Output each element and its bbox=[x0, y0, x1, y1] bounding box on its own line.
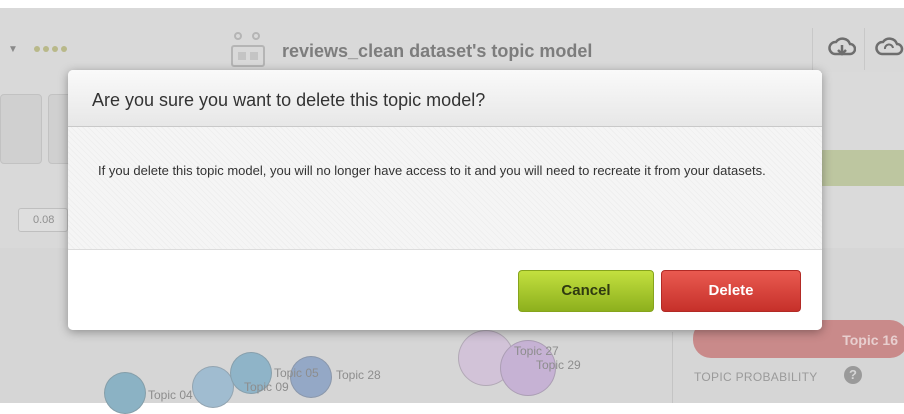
topic-label: Topic 09 bbox=[244, 380, 289, 394]
selected-topic-label: Topic 16 bbox=[842, 332, 898, 348]
topic-label: Topic 27 bbox=[514, 344, 559, 358]
topic-label: Topic 04 bbox=[148, 388, 193, 402]
topic-probability-label: TOPIC PROBABILITY bbox=[694, 370, 818, 384]
topic-bubble[interactable] bbox=[104, 372, 146, 414]
delete-confirmation-dialog: Are you sure you want to delete this top… bbox=[68, 70, 822, 330]
dialog-title: Are you sure you want to delete this top… bbox=[92, 90, 486, 110]
dialog-header: Are you sure you want to delete this top… bbox=[68, 70, 822, 127]
dialog-body: If you delete this topic model, you will… bbox=[68, 127, 822, 250]
dialog-footer: Cancel Delete bbox=[68, 250, 822, 330]
topic-label: Topic 05 bbox=[274, 366, 319, 380]
model-icon bbox=[231, 32, 265, 67]
dots-indicator bbox=[34, 46, 67, 52]
topic-label: Topic 28 bbox=[336, 368, 381, 382]
help-icon[interactable]: ? bbox=[844, 366, 862, 384]
cancel-button[interactable]: Cancel bbox=[518, 270, 654, 312]
status-bar bbox=[822, 150, 904, 186]
topic-bubble[interactable] bbox=[192, 366, 234, 408]
panel-divider bbox=[672, 332, 673, 403]
toolbar-divider bbox=[864, 28, 865, 70]
topic-label: Topic 29 bbox=[536, 358, 581, 372]
threshold-input[interactable]: 0.08 bbox=[18, 208, 68, 232]
chevron-down-icon[interactable]: ▼ bbox=[8, 44, 18, 55]
cloud-download-icon[interactable] bbox=[828, 36, 856, 60]
cloud-refresh-icon[interactable] bbox=[874, 36, 904, 60]
model-title: reviews_clean dataset's topic model bbox=[282, 41, 593, 61]
panel-tile bbox=[0, 94, 42, 164]
dialog-message: If you delete this topic model, you will… bbox=[98, 163, 766, 178]
toolbar-divider bbox=[812, 28, 813, 70]
top-toolbar: ▼ reviews_clean dataset's topic model bbox=[0, 8, 904, 73]
delete-button[interactable]: Delete bbox=[661, 270, 801, 312]
